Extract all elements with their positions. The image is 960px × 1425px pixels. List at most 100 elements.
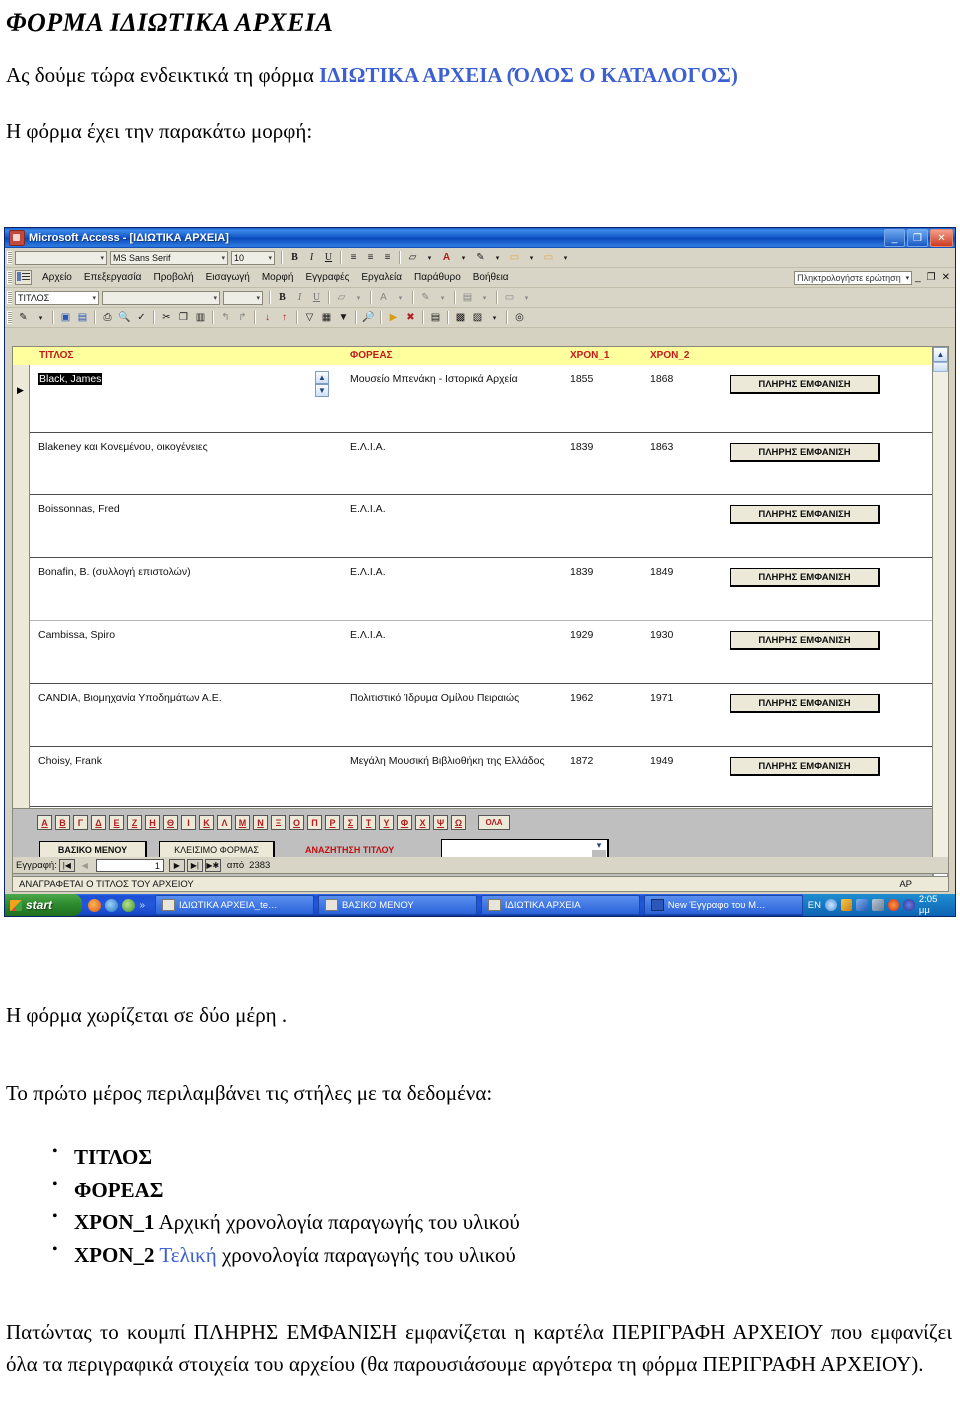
copy-icon[interactable]: ❐ <box>176 310 191 325</box>
redo-icon[interactable]: ↱ <box>235 310 250 325</box>
full-display-button[interactable]: ΠΛΗΡΗΣ ΕΜΦΑΝΙΣΗ <box>730 375 880 394</box>
table-row[interactable]: Boissonnas, Fred Ε.Λ.Ι.Α. ΠΛΗΡΗΣ ΕΜΦΑΝΙΣ… <box>30 495 934 558</box>
cell-xron2[interactable]: 1971 <box>650 692 673 705</box>
alpha-button-xi[interactable]: Ξ <box>271 815 286 830</box>
alpha-button-delta[interactable]: Δ <box>91 815 106 830</box>
last-record-button[interactable]: ▶| <box>186 858 203 872</box>
alpha-button-rho[interactable]: Ρ <box>325 815 340 830</box>
line-color-icon[interactable]: ✎ <box>473 250 488 265</box>
alpha-button-beta[interactable]: Β <box>55 815 70 830</box>
cell-titlos[interactable]: Blakeney και Κονεμένου, οικογένειες <box>38 441 308 454</box>
cell-foreas[interactable]: Πολιτιστικό Ίδρυμα Ομίλου Πειραιώς <box>350 692 550 705</box>
apply-filter-icon[interactable]: ▼ <box>336 310 351 325</box>
chevron-down-icon[interactable]: ▾ <box>422 250 437 265</box>
cell-titlos[interactable]: Boissonnas, Fred <box>38 503 308 516</box>
sort-descending-icon[interactable]: ↑ <box>277 310 292 325</box>
cell-xron2[interactable]: 1868 <box>650 373 673 386</box>
control-select-combo[interactable]: ΤΙΤΛΟΣ ▾ <box>15 290 99 305</box>
line-color-icon-2[interactable]: ✎ <box>418 290 433 305</box>
chevron-down-icon[interactable]: ▾ <box>351 290 366 305</box>
toolbar-grip[interactable] <box>7 311 12 324</box>
full-display-button[interactable]: ΠΛΗΡΗΣ ΕΜΦΑΝΙΣΗ <box>730 568 880 587</box>
help-icon[interactable]: ◎ <box>512 310 527 325</box>
chevron-right-icon[interactable]: » <box>139 900 145 911</box>
alpha-button-iota[interactable]: Ι <box>181 815 196 830</box>
alpha-button-chi[interactable]: Χ <box>415 815 430 830</box>
document-close-button[interactable]: ✕ <box>939 272 953 283</box>
chevron-down-icon[interactable]: ▾ <box>490 250 505 265</box>
spelling-icon[interactable]: ✓ <box>134 310 149 325</box>
font-size-combo[interactable]: 10 ▾ <box>231 250 275 265</box>
cell-xron2[interactable]: 1863 <box>650 441 673 454</box>
alpha-button-phi[interactable]: Φ <box>397 815 412 830</box>
internet-explorer-icon[interactable] <box>105 898 119 912</box>
align-center-button[interactable]: ≡ <box>363 250 378 265</box>
cell-foreas[interactable]: Ε.Λ.Ι.Α. <box>350 629 550 642</box>
table-row[interactable]: Black, James ▲ ▼ Μουσείο Μπενάκη - Ιστορ… <box>30 365 934 433</box>
font-color-icon-2[interactable]: A <box>376 290 391 305</box>
taskbar-item-3[interactable]: New Έγγραφο του Μ… <box>643 895 803 915</box>
fill-color-icon[interactable]: ▱ <box>405 250 420 265</box>
full-display-button[interactable]: ΠΛΗΡΗΣ ΕΜΦΑΝΙΣΗ <box>730 631 880 650</box>
cell-titlos[interactable]: Bonafin, B. (συλλογή επιστολών) <box>38 566 308 579</box>
alpha-button-tau[interactable]: Τ <box>361 815 376 830</box>
clock[interactable]: 2:05 μμ <box>919 894 950 916</box>
filter-by-form-icon[interactable]: ▦ <box>319 310 334 325</box>
firefox-icon[interactable] <box>88 898 102 912</box>
scroll-down-icon[interactable]: ▼ <box>315 384 329 397</box>
cell-xron2[interactable]: 1849 <box>650 566 673 579</box>
window-close-button[interactable]: ✕ <box>930 229 953 247</box>
chevron-down-icon[interactable]: ▾ <box>435 290 450 305</box>
new-object-icon[interactable]: ▧ <box>470 310 485 325</box>
cell-titlos[interactable]: Black, James <box>38 373 308 386</box>
bold-button-2[interactable]: B <box>275 290 290 305</box>
tray-app-icon-2[interactable] <box>871 899 884 911</box>
chevron-down-icon[interactable]: ▾ <box>477 290 492 305</box>
new-record-icon[interactable]: ▶ <box>386 310 401 325</box>
italic-button[interactable]: I <box>304 250 319 265</box>
network-icon[interactable] <box>856 899 868 911</box>
tray-app-icon-1[interactable] <box>840 899 853 911</box>
alpha-button-all[interactable]: ΟΛΑ <box>478 815 510 830</box>
menu-item-window[interactable]: Παράθυρο <box>408 271 467 284</box>
sort-ascending-icon[interactable]: ↓ <box>260 310 275 325</box>
cell-xron1[interactable]: 1872 <box>570 755 593 768</box>
special-effect-icon[interactable]: ▭ <box>502 290 517 305</box>
alpha-button-theta[interactable]: Θ <box>163 815 178 830</box>
font-size-combo-2[interactable]: ▾ <box>223 290 263 305</box>
undo-icon[interactable]: ↰ <box>218 310 233 325</box>
record-number-input[interactable]: 1 <box>95 858 164 872</box>
alpha-button-eta[interactable]: Η <box>145 815 160 830</box>
fill-color-icon-2[interactable]: ▱ <box>334 290 349 305</box>
properties-icon[interactable]: ▤ <box>428 310 443 325</box>
alpha-button-sigma[interactable]: Σ <box>343 815 358 830</box>
menu-item-file[interactable]: Αρχείο <box>36 271 78 284</box>
find-icon[interactable]: 🔎 <box>361 310 376 325</box>
document-minimize-button[interactable]: _ <box>912 272 924 283</box>
align-right-button[interactable]: ≡ <box>380 250 395 265</box>
underline-button-2[interactable]: U <box>309 290 324 305</box>
cell-xron2[interactable]: 1930 <box>650 629 673 642</box>
alpha-button-omicron[interactable]: Ο <box>289 815 304 830</box>
window-restore-button[interactable]: ❐ <box>907 229 928 247</box>
italic-button-2[interactable]: I <box>292 290 307 305</box>
scrollbar-thumb[interactable] <box>933 362 948 372</box>
record-selector-column[interactable]: ▶ <box>13 365 30 809</box>
first-record-button[interactable]: |◀ <box>58 858 75 872</box>
cell-foreas[interactable]: Ε.Λ.Ι.Α. <box>350 503 550 516</box>
cell-foreas[interactable]: Μεγάλη Μουσική Βιβλιοθήκη της Ελλάδος <box>350 755 550 768</box>
next-record-button[interactable]: ▶ <box>168 858 185 872</box>
line-thickness-icon[interactable]: ▤ <box>460 290 475 305</box>
cell-xron1[interactable]: 1929 <box>570 629 593 642</box>
previous-record-button[interactable]: ◀ <box>77 859 93 872</box>
font-color-icon[interactable]: A <box>439 250 454 265</box>
cell-xron1[interactable]: 1839 <box>570 566 593 579</box>
taskbar-item-1[interactable]: ΒΑΣΙΚΟ ΜΕΝΟΥ <box>317 895 477 915</box>
ask-a-question-input[interactable]: Πληκτρολογήστε ερώτηση ▾ <box>794 270 913 285</box>
font-name-combo-2[interactable]: ▾ <box>102 290 220 305</box>
menu-item-insert[interactable]: Εισαγωγή <box>200 271 256 284</box>
new-record-button[interactable]: ▶✱ <box>204 858 221 872</box>
special-effect-sunken-icon[interactable]: ▭ <box>541 250 556 265</box>
table-row[interactable]: CANDIA, Βιομηχανία Υποδημάτων Α.Ε. Πολιτ… <box>30 684 934 747</box>
font-name-combo[interactable]: MS Sans Serif ▾ <box>110 250 228 265</box>
